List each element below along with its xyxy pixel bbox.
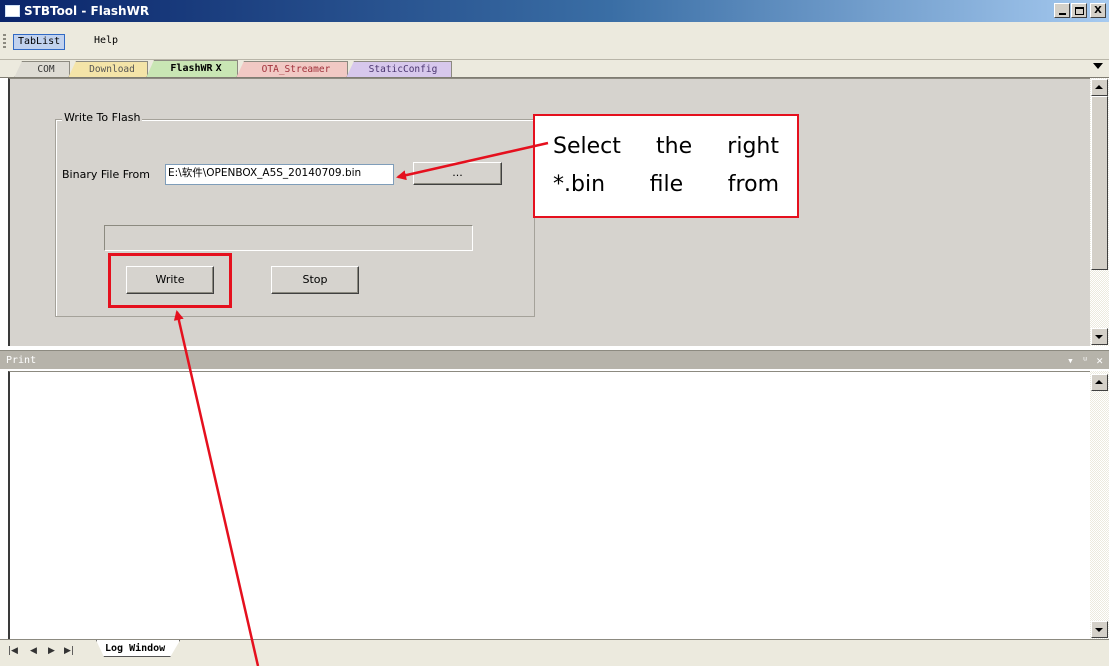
app-icon	[5, 5, 20, 17]
first-tab-icon[interactable]: |◀	[8, 646, 18, 656]
window-controls: X	[1053, 3, 1106, 18]
maximize-button[interactable]	[1071, 3, 1087, 18]
next-tab-icon[interactable]: ▶	[48, 646, 55, 656]
tab-ota-streamer[interactable]: OTA_Streamer	[236, 61, 348, 78]
write-button-highlight	[108, 253, 232, 308]
menu-item-tablist[interactable]: TabList	[13, 34, 66, 50]
tab-staticconfig[interactable]: StaticConfig	[346, 61, 452, 78]
scroll-up-button[interactable]	[1091, 79, 1108, 96]
close-icon[interactable]: ✕	[1096, 351, 1103, 370]
arrow-up-icon	[1095, 85, 1103, 89]
tab-close-icon[interactable]: X	[216, 63, 222, 74]
print-pane-header: Print ▾ ᵘ ✕	[0, 350, 1109, 369]
close-button[interactable]: X	[1090, 3, 1106, 18]
bottom-tab-bar: |◀ ◀ ▶ ▶| Log Window	[0, 639, 1109, 666]
flash-panel-scrollbar[interactable]	[1090, 78, 1109, 346]
pin-icon[interactable]: ᵘ	[1082, 351, 1089, 370]
arrow-down-icon	[1095, 628, 1103, 632]
menu-item-help[interactable]: Help	[90, 34, 122, 50]
arrow-up-icon	[1095, 380, 1103, 384]
toolbar-grip-icon[interactable]	[3, 34, 6, 48]
maximize-icon	[1074, 6, 1084, 15]
print-pane-controls: ▾ ᵘ ✕	[1067, 351, 1103, 370]
prev-tab-icon[interactable]: ◀	[30, 646, 37, 656]
window-title: STBTool - FlashWR	[24, 4, 150, 18]
write-progress-bar	[104, 225, 473, 251]
print-scroll-up-button[interactable]	[1091, 374, 1108, 391]
menu-bar: TabList Help	[0, 22, 1109, 60]
group-title: Write To Flash	[62, 111, 143, 124]
print-scrollbar[interactable]	[1090, 371, 1109, 639]
browse-button[interactable]: ...	[413, 162, 502, 185]
last-tab-icon[interactable]: ▶|	[64, 646, 74, 656]
print-log-area[interactable]	[8, 371, 1090, 639]
tab-com[interactable]: COM	[14, 61, 70, 78]
tab-log-window[interactable]: Log Window	[96, 640, 180, 657]
tab-flashwr[interactable]: FlashWR X	[146, 60, 238, 78]
callout-line-1: Select the right	[553, 134, 779, 159]
callout-line-2: *.bin file from	[553, 172, 779, 197]
print-scroll-down-button[interactable]	[1091, 621, 1108, 638]
chevron-down-icon[interactable]: ▾	[1067, 351, 1074, 370]
instruction-callout: Select the right *.bin file from	[533, 114, 799, 218]
title-bar: STBTool - FlashWR X	[0, 0, 1109, 22]
tab-list-chevron-down-icon[interactable]	[1093, 63, 1103, 69]
close-icon: X	[1094, 4, 1102, 16]
minimize-icon	[1058, 12, 1066, 15]
tab-flashwr-label: FlashWR	[170, 63, 213, 74]
minimize-button[interactable]	[1054, 3, 1070, 18]
binary-file-input[interactable]: E:\软件\OPENBOX_A5S_20140709.bin	[165, 164, 394, 185]
scroll-thumb[interactable]	[1091, 96, 1108, 270]
tab-download[interactable]: Download	[68, 61, 148, 78]
print-pane-title: Print	[6, 355, 37, 366]
scroll-down-button[interactable]	[1091, 328, 1108, 345]
binary-file-label: Binary File From	[62, 168, 150, 181]
arrow-down-icon	[1095, 335, 1103, 339]
stop-button[interactable]: Stop	[271, 266, 359, 294]
